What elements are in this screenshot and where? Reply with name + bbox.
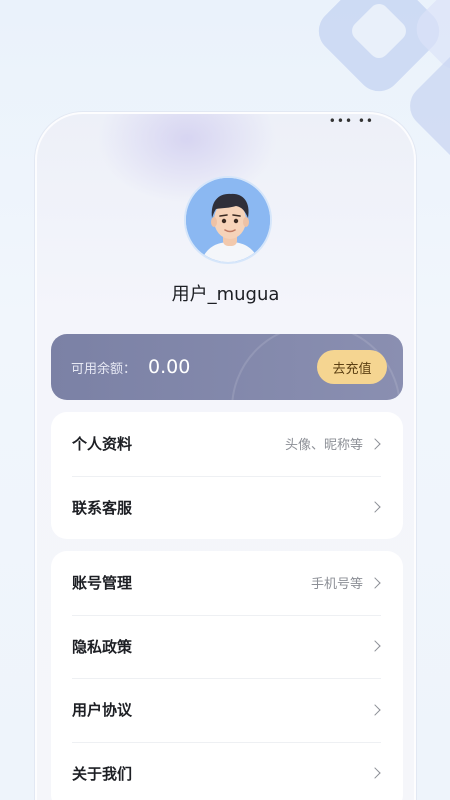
menu-item-title: 隐私政策 [72, 637, 133, 656]
balance-amount: 0.00 [148, 356, 191, 378]
chevron-right-icon [369, 704, 381, 716]
menu-item-privacy-policy[interactable]: 隐私政策 [51, 614, 403, 679]
menu-item-title: 用户协议 [72, 701, 133, 720]
profile-screen: ••• •• 用户_mugua 可用余额： 0.00 去充值 个人资料 头像、昵… [35, 112, 416, 800]
avatar-illustration [186, 178, 270, 262]
menu-card-profile: 个人资料 头像、昵称等 联系客服 [51, 412, 403, 539]
menu-item-title: 联系客服 [72, 498, 133, 517]
menu-item-customer-service[interactable]: 联系客服 [51, 475, 403, 540]
menu-item-account-management[interactable]: 账号管理 手机号等 [51, 551, 403, 615]
menu-item-user-agreement[interactable]: 用户协议 [51, 678, 403, 742]
menu-item-title: 个人资料 [72, 435, 133, 454]
chevron-right-icon [369, 577, 381, 589]
menu-item-personal-info[interactable]: 个人资料 头像、昵称等 [51, 412, 403, 476]
username: 用户_mugua [171, 284, 280, 305]
chevron-right-icon [369, 501, 381, 513]
menu-item-about-us[interactable]: 关于我们 [51, 741, 403, 800]
status-indicators: ••• •• [328, 114, 374, 128]
chevron-right-icon [369, 640, 381, 652]
balance-label: 可用余额： [71, 361, 137, 377]
avatar[interactable] [184, 176, 272, 264]
balance-card: 可用余额： 0.00 去充值 [51, 334, 403, 400]
menu-item-hint: 手机号等 [310, 577, 363, 593]
menu-card-settings: 账号管理 手机号等 隐私政策 用户协议 关于我们 [51, 551, 403, 800]
menu-item-hint: 头像、昵称等 [284, 438, 363, 454]
recharge-button[interactable]: 去充值 [317, 350, 387, 384]
chevron-right-icon [369, 767, 381, 779]
menu-item-title: 关于我们 [72, 764, 133, 783]
menu-item-title: 账号管理 [72, 574, 133, 593]
chevron-right-icon [369, 438, 381, 450]
